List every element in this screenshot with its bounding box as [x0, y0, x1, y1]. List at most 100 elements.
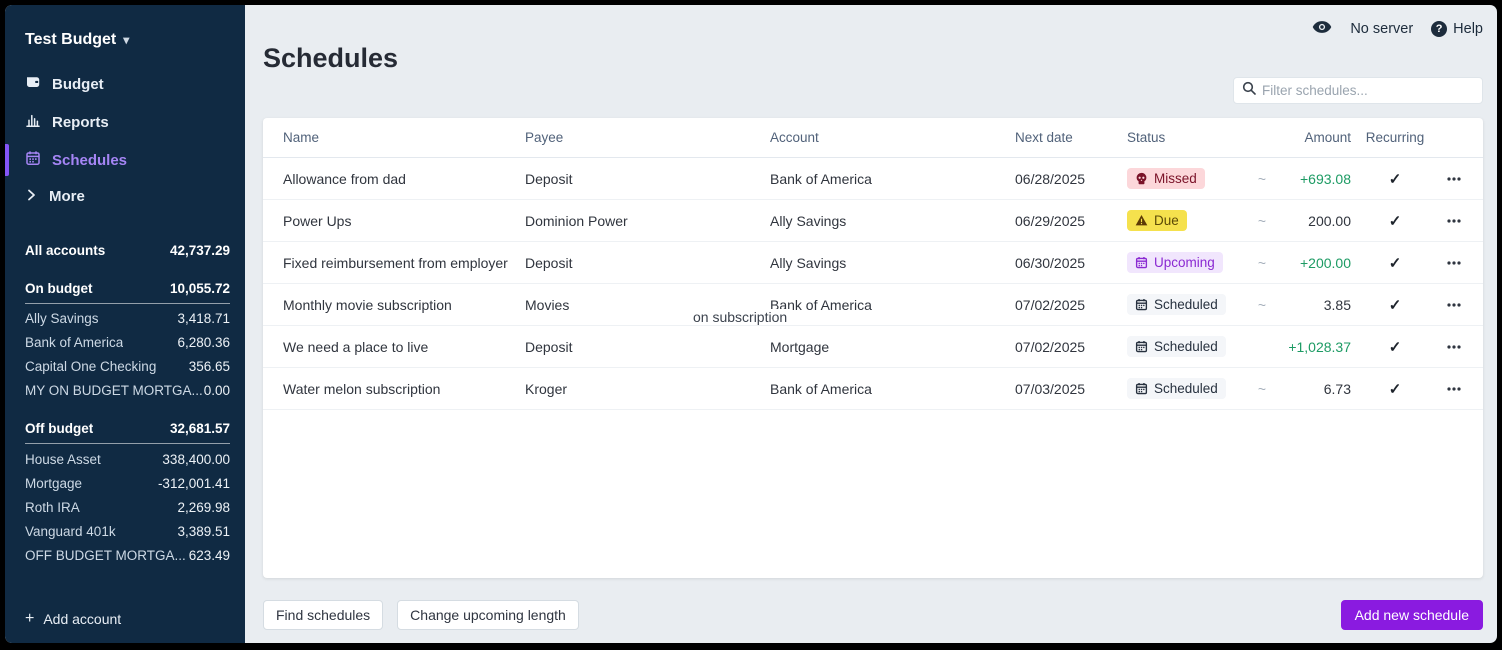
filter-schedules-input[interactable]	[1262, 83, 1474, 98]
row-menu-button[interactable]	[1439, 297, 1469, 313]
filter-schedules-box	[1233, 77, 1483, 104]
sidebar-item-label: More	[49, 188, 85, 205]
status-badge: Scheduled	[1127, 336, 1226, 358]
schedule-payee: Dominion Power	[525, 213, 770, 229]
change-upcoming-length-button[interactable]: Change upcoming length	[397, 600, 579, 630]
all-accounts-row[interactable]: All accounts 42,737.29	[25, 238, 230, 262]
account-name: Roth IRA	[25, 500, 80, 515]
schedule-next-date: 07/02/2025	[1015, 339, 1127, 355]
sidebar-item-more[interactable]: More	[5, 179, 245, 214]
account-balance: 6,280.36	[177, 335, 230, 350]
on-budget-row[interactable]: On budget 10,055.72	[25, 276, 230, 304]
account-item[interactable]: Ally Savings 3,418.71	[25, 307, 230, 331]
help-label: Help	[1453, 21, 1483, 37]
accounts-list: All accounts 42,737.29 On budget 10,055.…	[5, 238, 245, 597]
account-item[interactable]: Bank of America 6,280.36	[25, 331, 230, 355]
calendar-icon	[1135, 340, 1148, 353]
recurring-check-icon: ✓	[1351, 170, 1439, 188]
bar-chart-icon	[25, 112, 41, 132]
sidebar-item-label: Budget	[52, 76, 104, 93]
account-item[interactable]: Mortgage -312,001.41	[25, 471, 230, 495]
schedule-amount: 3.85	[1277, 297, 1351, 313]
find-schedules-button[interactable]: Find schedules	[263, 600, 383, 630]
table-header-row: Name Payee Account Next date Status Amou…	[263, 118, 1483, 158]
schedule-account: Mortgage	[770, 339, 1015, 355]
calendar-icon	[1135, 298, 1148, 311]
skull-icon	[1135, 172, 1148, 185]
account-name: Ally Savings	[25, 311, 99, 326]
account-item[interactable]: House Asset 338,400.00	[25, 447, 230, 471]
budget-switcher[interactable]: Test Budget ▾	[5, 5, 245, 55]
chevron-right-icon	[27, 188, 36, 205]
approx-indicator: ~	[1247, 213, 1277, 229]
schedule-next-date: 06/29/2025	[1015, 213, 1127, 229]
table-row[interactable]: We need a place to live Deposit Mortgage…	[263, 326, 1483, 368]
sidebar-item-schedules[interactable]: Schedules	[5, 141, 245, 179]
off-budget-row[interactable]: Off budget 32,681.57	[25, 417, 230, 445]
table-row[interactable]: Allowance from dad Deposit Bank of Ameri…	[263, 158, 1483, 200]
server-status-button[interactable]: No server	[1350, 21, 1413, 37]
account-item[interactable]: Roth IRA 2,269.98	[25, 495, 230, 519]
privacy-eye-button[interactable]	[1312, 20, 1332, 38]
schedule-name: Water melon subscription	[283, 381, 525, 397]
table-row[interactable]: Monthly movie subscription Movies Bank o…	[263, 284, 1483, 326]
add-new-schedule-button[interactable]: Add new schedule	[1341, 600, 1483, 630]
account-item[interactable]: Vanguard 401k 3,389.51	[25, 519, 230, 543]
plus-icon: +	[25, 611, 34, 627]
recurring-check-icon: ✓	[1351, 212, 1439, 230]
column-header-payee: Payee	[525, 130, 770, 145]
account-name: MY ON BUDGET MORTGA...	[25, 383, 203, 398]
sidebar-item-reports[interactable]: Reports	[5, 103, 245, 141]
account-balance: 3,389.51	[177, 524, 230, 539]
table-row[interactable]: Power Ups Dominion Power Ally Savings 06…	[263, 200, 1483, 242]
calendar-icon	[25, 150, 41, 170]
schedule-payee: Deposit	[525, 255, 770, 271]
account-item[interactable]: OFF BUDGET MORTGA... 623.49	[25, 543, 230, 567]
schedule-payee: Kroger	[525, 381, 770, 397]
status-label: Due	[1154, 214, 1179, 228]
row-menu-button[interactable]	[1439, 381, 1469, 397]
schedule-account: Ally Savings	[770, 255, 1015, 271]
sidebar-item-label: Reports	[52, 114, 109, 131]
row-menu-button[interactable]	[1439, 255, 1469, 271]
calendar-icon	[1135, 256, 1148, 269]
column-header-recurring: Recurring	[1351, 130, 1439, 145]
schedule-next-date: 06/30/2025	[1015, 255, 1127, 271]
schedule-account: Ally Savings	[770, 213, 1015, 229]
row-menu-button[interactable]	[1439, 171, 1469, 187]
column-header-status: Status	[1127, 130, 1247, 145]
status-label: Scheduled	[1154, 340, 1218, 354]
account-balance: 3,418.71	[177, 311, 230, 326]
status-label: Upcoming	[1154, 256, 1215, 270]
add-account-button[interactable]: + Add account	[5, 597, 245, 643]
table-row[interactable]: Water melon subscription Kroger Bank of …	[263, 368, 1483, 410]
account-item[interactable]: MY ON BUDGET MORTGA... 0.00	[25, 379, 230, 403]
account-group-label: Off budget	[25, 421, 93, 436]
schedule-account: Bank of America	[770, 381, 1015, 397]
account-balance: 623.49	[189, 548, 230, 563]
calendar-icon	[1135, 382, 1148, 395]
account-group-balance: 42,737.29	[170, 243, 230, 258]
schedule-account: Bank of America	[770, 297, 1015, 313]
schedule-payee: Deposit	[525, 171, 770, 187]
row-menu-button[interactable]	[1439, 339, 1469, 355]
table-row[interactable]: Fixed reimbursement from employer Deposi…	[263, 242, 1483, 284]
status-label: Scheduled	[1154, 298, 1218, 312]
schedule-next-date: 07/03/2025	[1015, 381, 1127, 397]
status-badge: Scheduled	[1127, 294, 1226, 316]
search-icon	[1242, 81, 1256, 100]
row-menu-button[interactable]	[1439, 213, 1469, 229]
recurring-check-icon: ✓	[1351, 296, 1439, 314]
schedule-name: Power Ups	[283, 213, 525, 229]
status-badge: Missed	[1127, 168, 1205, 190]
budget-name: Test Budget	[25, 31, 116, 49]
eye-icon	[1312, 20, 1332, 38]
help-button[interactable]: ? Help	[1431, 21, 1483, 37]
sidebar-item-budget[interactable]: Budget	[5, 65, 245, 103]
schedule-amount: 6.73	[1277, 381, 1351, 397]
filter-row	[263, 77, 1483, 104]
schedule-account: Bank of America	[770, 171, 1015, 187]
status-badge: Upcoming	[1127, 252, 1223, 274]
stray-overlay-text: on subscription	[690, 309, 790, 325]
account-item[interactable]: Capital One Checking 356.65	[25, 355, 230, 379]
